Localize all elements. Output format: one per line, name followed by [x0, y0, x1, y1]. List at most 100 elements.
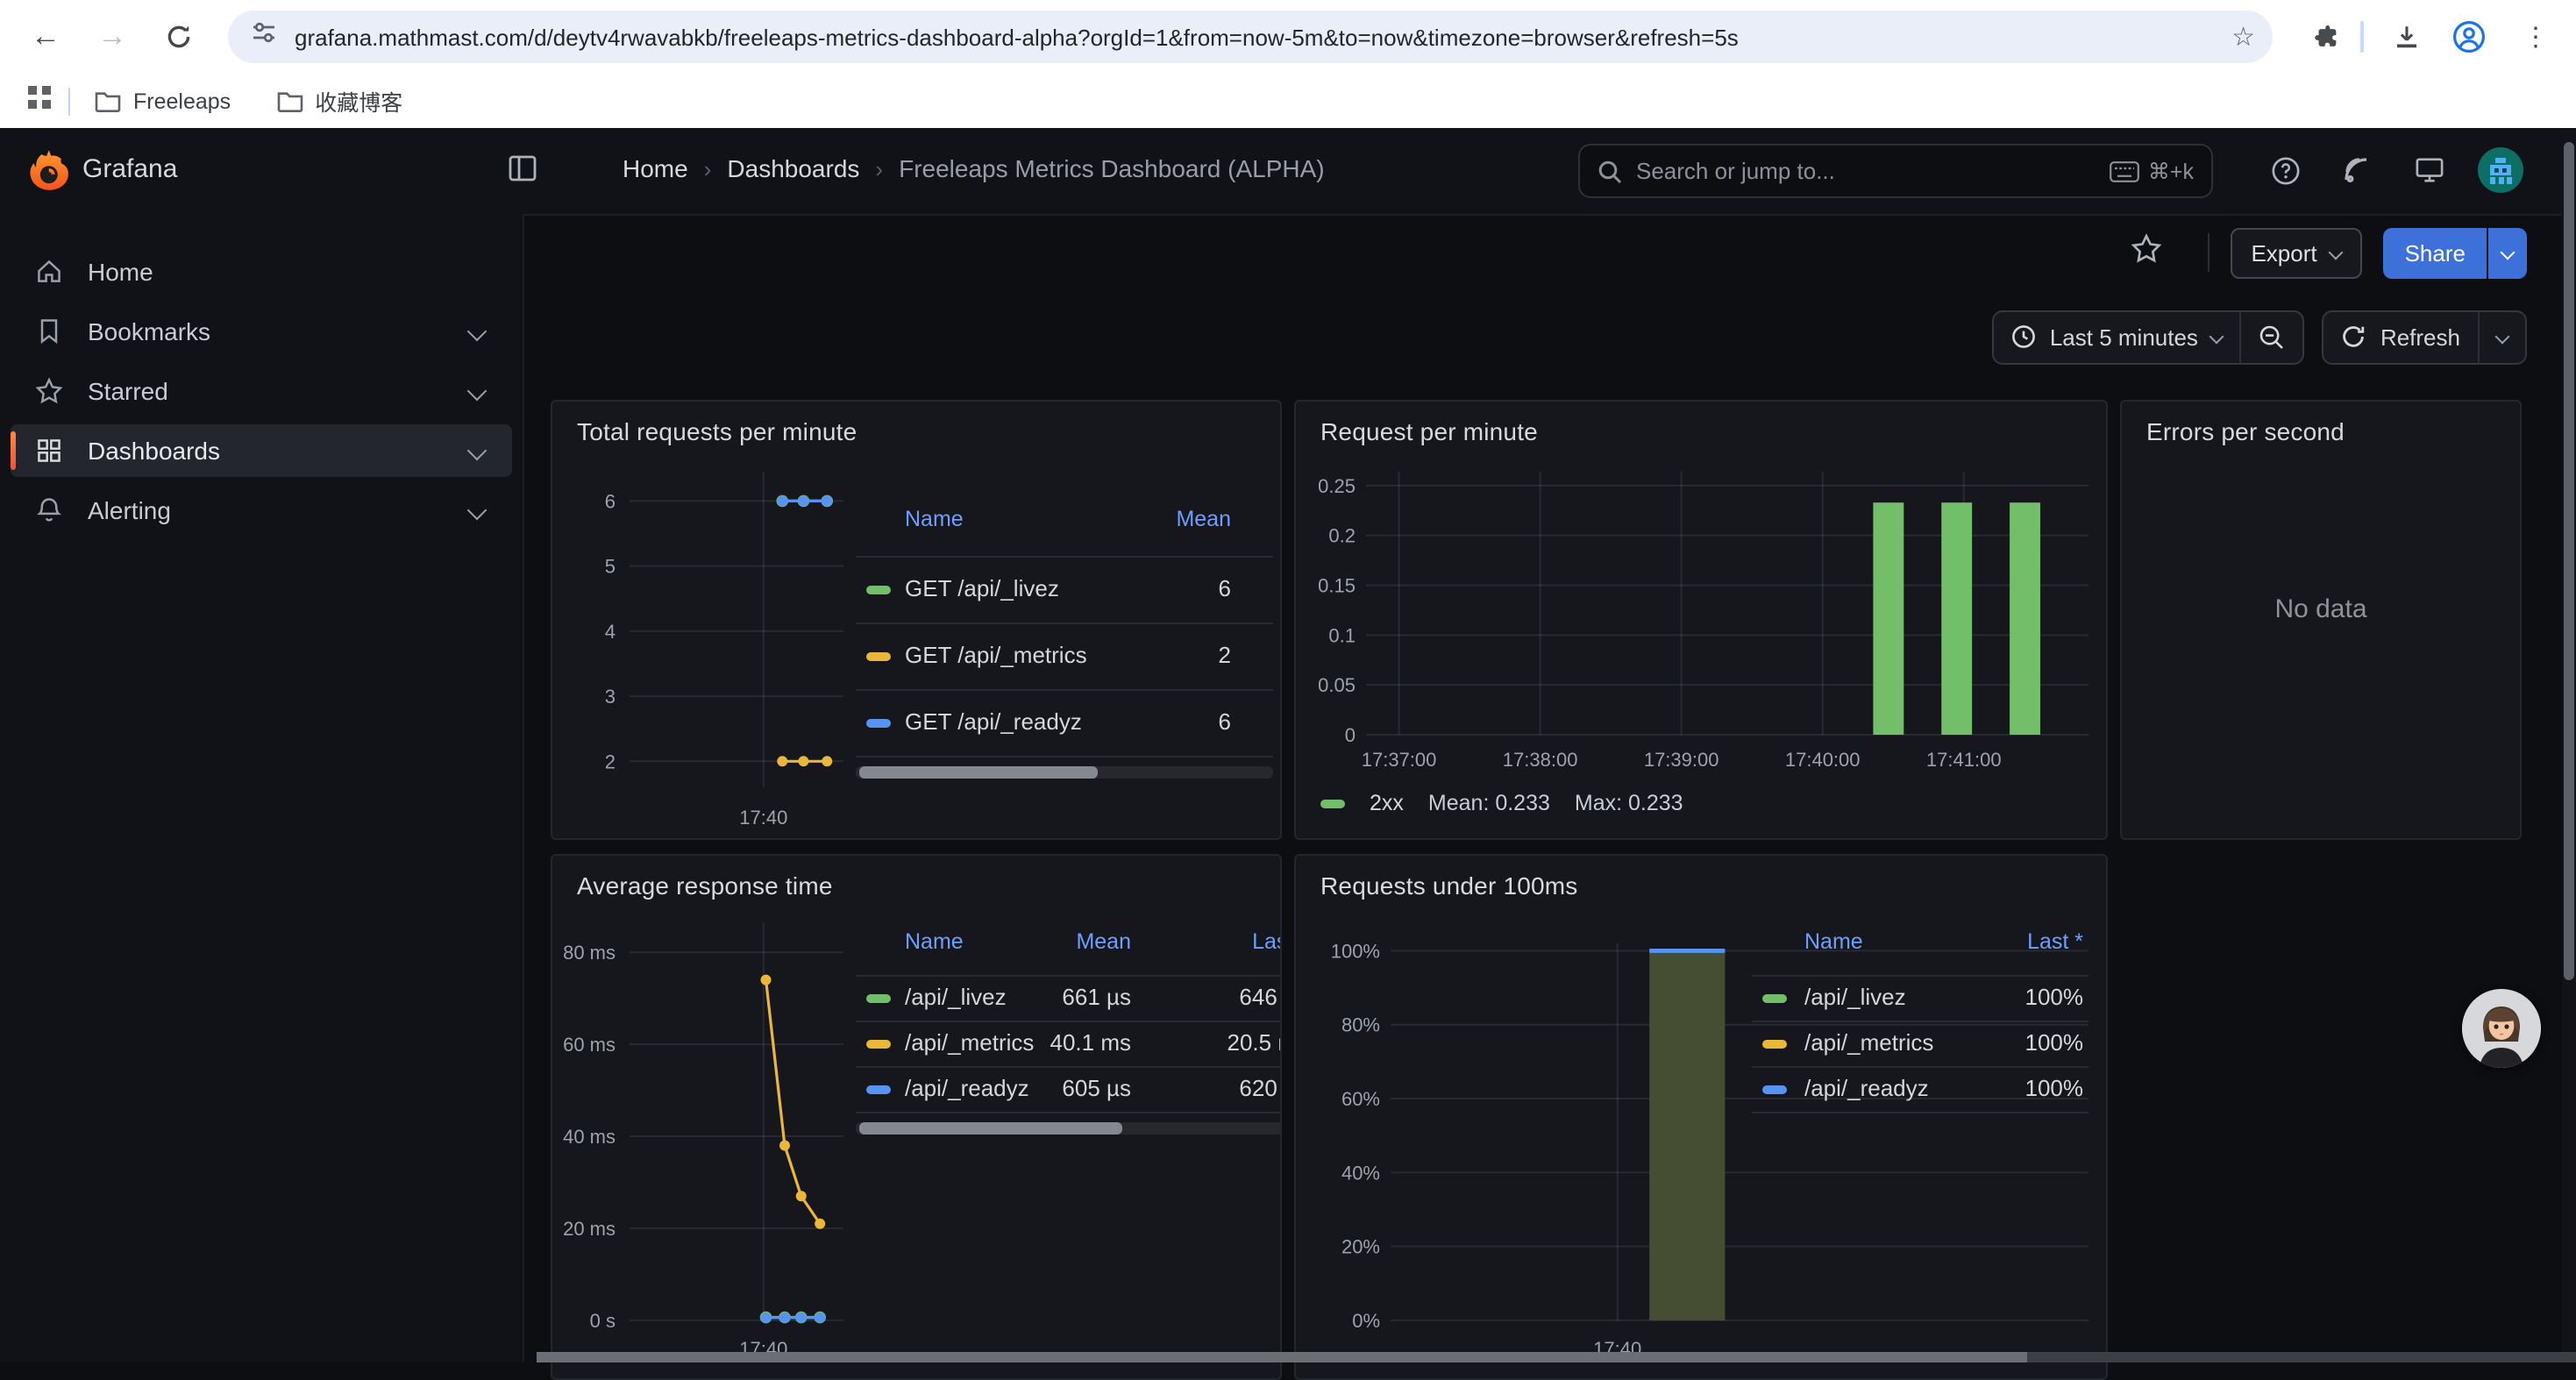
bookmark-icon	[35, 317, 63, 345]
actions-divider	[2207, 233, 2209, 272]
address-bar[interactable]: grafana.mathmast.com/d/deytv4rwavabkb/fr…	[228, 11, 2273, 63]
panel-requests-under-100ms[interactable]: Requests under 100ms 100%80%60%40%20%0%1…	[1294, 854, 2108, 1380]
back-icon[interactable]: ←	[25, 16, 67, 58]
request-per-minute-chart: 0.250.20.150.10.05017:37:0017:38:0017:39…	[1296, 402, 2108, 840]
bookmark-star-icon[interactable]: ☆	[2231, 21, 2255, 53]
home-icon	[35, 258, 63, 286]
series-value: 6	[856, 575, 1231, 601]
horizontal-scrollbar-thumb[interactable]	[537, 1352, 2027, 1362]
reload-icon[interactable]	[158, 16, 200, 58]
series-color-swatch[interactable]	[1320, 799, 1345, 807]
panel-total-requests[interactable]: Total requests per minute 6543217:40Name…	[551, 400, 1282, 840]
bookmark-folder-freeleaps[interactable]: Freeleaps	[95, 89, 231, 113]
time-range-picker[interactable]: Last 5 minutes	[1994, 311, 2240, 362]
url-text[interactable]: grafana.mathmast.com/d/deytv4rwavabkb/fr…	[295, 24, 2231, 50]
page: ← → grafana.mathmast.com/d/deytv4rwavabk…	[0, 0, 2576, 1362]
panel-average-response-time[interactable]: Average response time 80 ms60 ms40 ms20 …	[551, 854, 1282, 1380]
legend-scrollbar-thumb[interactable]	[859, 766, 1098, 779]
bookmark-folder-blogs[interactable]: 收藏博客	[276, 84, 402, 117]
legend-column-header[interactable]: Last *	[1752, 929, 2083, 954]
bookmark-label: Freeleaps	[133, 89, 231, 113]
series-value: 100%	[1752, 1029, 2083, 1056]
series-value: 620 µs	[856, 1075, 1282, 1101]
search-placeholder: Search or jump to...	[1636, 158, 1835, 184]
assistant-avatar[interactable]	[2462, 989, 2541, 1068]
svg-text:60 ms: 60 ms	[563, 1034, 616, 1056]
keyboard-icon	[2110, 160, 2139, 181]
svg-text:0.25: 0.25	[1318, 475, 1356, 497]
zoom-out-button[interactable]	[2240, 311, 2303, 362]
grafana-wordmark[interactable]: Grafana	[82, 154, 177, 184]
horizontal-scrollbar-track[interactable]	[537, 1352, 2576, 1362]
legend-column-header[interactable]: Mean	[856, 507, 1231, 531]
chevron-down-icon	[467, 322, 487, 342]
chevron-down-icon	[467, 381, 487, 402]
svg-text:80%: 80%	[1341, 1014, 1380, 1036]
page-scrollbar-track[interactable]	[2562, 128, 2576, 1362]
chevron-down-icon	[2329, 245, 2344, 260]
series-value: 6	[856, 708, 1231, 735]
forward-icon[interactable]: →	[91, 16, 133, 58]
svg-text:20%: 20%	[1341, 1236, 1380, 1258]
time-controls: Last 5 minutes Refresh	[523, 298, 2562, 375]
panel-request-per-minute[interactable]: Request per minute 0.250.20.150.10.05017…	[1294, 400, 2108, 840]
sidebar-item-label: Home	[88, 258, 153, 286]
news-rss-icon[interactable]	[2339, 153, 2374, 188]
refresh-icon	[2342, 324, 2366, 349]
chevron-down-icon	[2501, 245, 2516, 260]
svg-text:3: 3	[605, 686, 616, 708]
sidebar-item-label: Dashboards	[88, 437, 220, 465]
refresh-interval-button[interactable]	[2478, 311, 2525, 362]
svg-text:20 ms: 20 ms	[563, 1218, 616, 1240]
svg-text:80 ms: 80 ms	[563, 942, 616, 964]
sidebar-item-alerting[interactable]: Alerting	[11, 484, 512, 537]
monitor-icon[interactable]	[2411, 153, 2446, 188]
export-button[interactable]: Export	[2230, 227, 2362, 278]
svg-text:60%: 60%	[1341, 1088, 1380, 1110]
sidebar-item-bookmarks[interactable]: Bookmarks	[11, 305, 512, 358]
sidebar-item-home[interactable]: Home	[11, 245, 512, 298]
sidebar-item-starred[interactable]: Starred	[11, 365, 512, 417]
chevron-down-icon	[467, 441, 487, 461]
site-settings-icon[interactable]	[251, 19, 277, 54]
svg-text:17:38:00: 17:38:00	[1503, 749, 1578, 771]
sidebar: Home Bookmarks Starred Dashboards Alerting	[0, 214, 524, 1362]
org-avatar[interactable]	[2478, 147, 2523, 193]
breadcrumb-item[interactable]: Dashboards	[727, 154, 859, 182]
grafana-header: Grafana Home›Dashboards›Freeleaps Metric…	[0, 128, 2576, 216]
apps-grid-icon[interactable]	[28, 85, 51, 117]
series-value: 2	[856, 642, 1231, 668]
page-scrollbar-thumb[interactable]	[2564, 142, 2574, 980]
legend-scrollbar-track[interactable]	[856, 766, 1273, 779]
breadcrumb-item[interactable]: Home	[623, 154, 688, 182]
sidebar-item-dashboards[interactable]: Dashboards	[11, 424, 512, 477]
search-input[interactable]: Search or jump to... ⌘+k	[1578, 144, 2213, 198]
star-icon	[35, 377, 63, 405]
chevron-down-icon	[2495, 330, 2510, 345]
panel-title[interactable]: Errors per second	[2146, 417, 2345, 445]
profile-icon[interactable]	[2448, 16, 2490, 58]
series-value: 20.5 ms	[856, 1029, 1282, 1056]
refresh-button[interactable]: Refresh	[2324, 311, 2478, 362]
panel-errors-per-second[interactable]: Errors per second No data	[2120, 400, 2522, 840]
sidebar-item-label: Bookmarks	[88, 317, 210, 345]
dock-menu-icon[interactable]	[507, 153, 538, 193]
browser-menu-icon[interactable]: ⋮	[2515, 16, 2557, 58]
legend-scrollbar-thumb[interactable]	[859, 1122, 1122, 1135]
chevron-down-icon	[2210, 330, 2224, 345]
favorite-star-icon[interactable]	[2130, 232, 2161, 273]
legend-scrollbar-track[interactable]	[856, 1122, 1282, 1135]
folder-icon	[276, 89, 302, 112]
svg-text:0 s: 0 s	[590, 1310, 616, 1332]
search-shortcut: ⌘+k	[2110, 158, 2194, 184]
share-button[interactable]: Share	[2384, 227, 2487, 278]
downloads-icon[interactable]	[2385, 16, 2427, 58]
grafana-logo-icon[interactable]	[28, 149, 68, 200]
legend-column-header[interactable]: Last *	[856, 929, 1282, 954]
series-name[interactable]: 2xx	[1370, 791, 1404, 815]
share-menu-button[interactable]	[2488, 227, 2527, 278]
breadcrumb: Home›Dashboards›Freeleaps Metrics Dashbo…	[623, 154, 1325, 182]
help-icon[interactable]	[2267, 153, 2302, 188]
extensions-icon[interactable]	[2304, 16, 2346, 58]
svg-text:17:37:00: 17:37:00	[1362, 749, 1437, 771]
